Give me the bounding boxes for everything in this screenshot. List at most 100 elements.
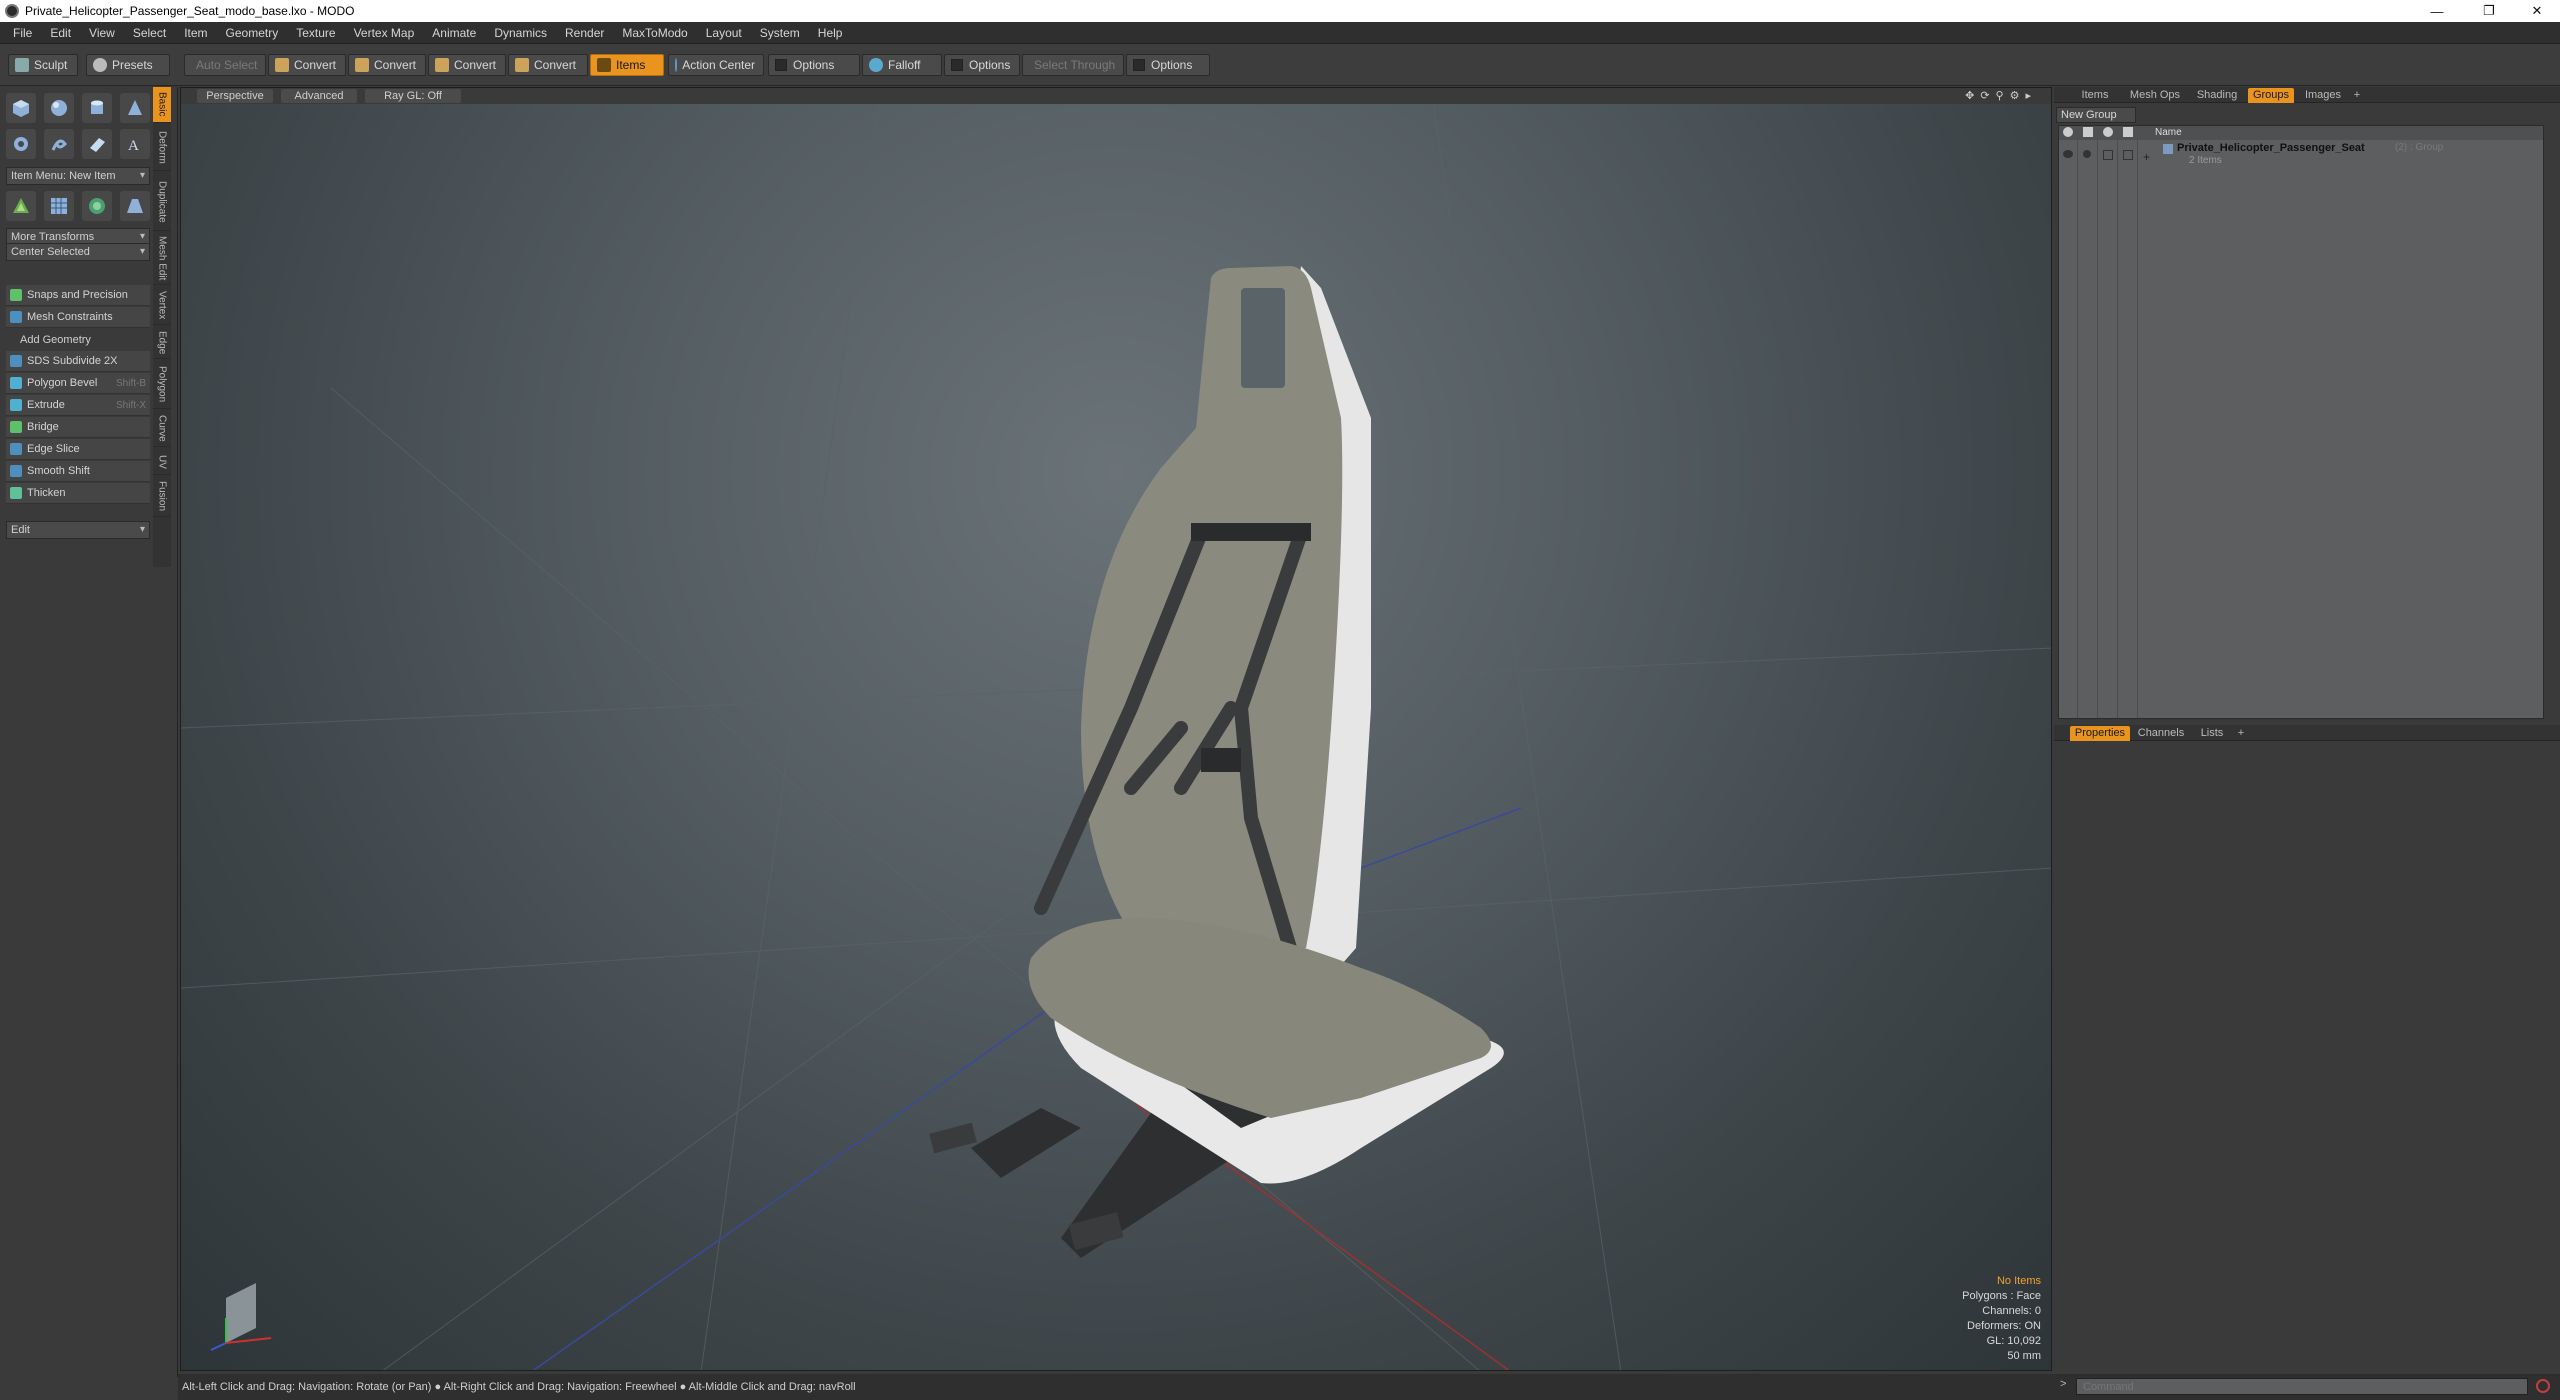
center-selected-dropdown[interactable]: Center Selected — [6, 243, 150, 261]
tab-shading[interactable]: Shading — [2190, 88, 2244, 103]
capsule-icon[interactable] — [6, 129, 36, 159]
lock-column-icon[interactable] — [2103, 127, 2113, 137]
tab-channels[interactable]: Channels — [2134, 726, 2188, 741]
menu-animate[interactable]: Animate — [423, 22, 485, 44]
edge-slice-button[interactable]: Edge Slice — [6, 439, 150, 460]
options-checkbox[interactable] — [775, 59, 787, 71]
groups-list[interactable]: Name + Private_Helicopter_Passenger_Seat… — [2058, 125, 2544, 719]
cylinder-icon[interactable] — [82, 93, 112, 123]
options-checkbox[interactable] — [1133, 59, 1145, 71]
tab-mesh-ops[interactable]: Mesh Ops — [2124, 88, 2186, 103]
menu-select[interactable]: Select — [124, 22, 175, 44]
tab-lists[interactable]: Lists — [2192, 726, 2232, 741]
vtab-edge[interactable]: Edge — [153, 327, 171, 359]
convert-polygons-button[interactable]: Convert — [428, 54, 506, 76]
bridge-button[interactable]: Bridge — [6, 417, 150, 438]
falloff-button[interactable]: Falloff — [862, 54, 942, 76]
viewport-scene[interactable] — [181, 88, 2052, 1371]
3d-viewport[interactable]: Perspective Advanced Ray GL: Off ✥⟳⚲⚙▸ N… — [180, 87, 2052, 1371]
new-group-button[interactable]: New Group — [2056, 107, 2136, 123]
text-icon[interactable]: A — [120, 129, 150, 159]
menu-geometry[interactable]: Geometry — [217, 22, 288, 44]
add-tab-button[interactable]: + — [2350, 88, 2364, 103]
auto-select-button[interactable]: Auto Select — [184, 54, 266, 76]
polygon-bevel-button[interactable]: Polygon Bevel Shift-B — [6, 373, 150, 394]
vtab-vertex[interactable]: Vertex — [153, 287, 171, 325]
mesh-constraints-button[interactable]: Mesh Constraints — [6, 307, 150, 328]
tab-images[interactable]: Images — [2298, 88, 2348, 103]
sphere-icon[interactable] — [44, 93, 74, 123]
falloff-options-button[interactable]: Options — [944, 54, 1020, 76]
presets-button[interactable]: Presets — [86, 54, 170, 76]
plane-icon[interactable] — [82, 129, 112, 159]
options-checkbox[interactable] — [951, 59, 963, 71]
select-options-button[interactable]: Options — [1126, 54, 1210, 76]
tab-groups[interactable]: Groups — [2248, 88, 2294, 103]
thicken-button[interactable]: Thicken — [6, 483, 150, 504]
action-center-button[interactable]: Action Center — [668, 54, 764, 76]
cube-icon[interactable] — [6, 93, 36, 123]
close-button[interactable]: ✕ — [2514, 0, 2560, 22]
select-through-button[interactable]: Select Through — [1022, 54, 1124, 76]
menu-system[interactable]: System — [751, 22, 809, 44]
action-center-options-button[interactable]: Options — [768, 54, 860, 76]
perspective-tab[interactable]: Perspective — [197, 89, 273, 103]
sds-subdivide-button[interactable]: SDS Subdivide 2X — [6, 351, 150, 372]
menu-dynamics[interactable]: Dynamics — [485, 22, 556, 44]
convert-materials-button[interactable]: Convert — [508, 54, 588, 76]
render-toggle-icon[interactable] — [2083, 150, 2091, 158]
tab-items[interactable]: Items — [2072, 88, 2118, 103]
viewport-nav-icons[interactable]: ✥⟳⚲⚙▸ — [1965, 89, 2037, 102]
menu-texture[interactable]: Texture — [287, 22, 344, 44]
expand-icon[interactable]: + — [2143, 150, 2150, 164]
menu-file[interactable]: File — [4, 22, 41, 44]
smooth-shift-button[interactable]: Smooth Shift — [6, 461, 150, 482]
menu-edit[interactable]: Edit — [41, 22, 80, 44]
vtab-mesh-edit[interactable]: Mesh Edit — [153, 233, 171, 285]
vtab-duplicate[interactable]: Duplicate — [153, 173, 171, 231]
vtab-polygon[interactable]: Polygon — [153, 361, 171, 409]
spiral-icon[interactable] — [44, 129, 74, 159]
items-mode-button[interactable]: Items — [590, 54, 664, 76]
extrude-button[interactable]: Extrude Shift-X — [6, 395, 150, 416]
menu-help[interactable]: Help — [809, 22, 852, 44]
raygl-tab[interactable]: Ray GL: Off — [365, 89, 461, 103]
cone-icon[interactable] — [120, 93, 150, 123]
restore-button[interactable]: ❐ — [2466, 0, 2512, 22]
select-column-icon[interactable] — [2123, 127, 2133, 137]
tab-properties[interactable]: Properties — [2070, 726, 2130, 741]
menu-vertex-map[interactable]: Vertex Map — [345, 22, 424, 44]
eye-icon[interactable] — [2063, 150, 2073, 158]
visibility-column-icon[interactable] — [2063, 127, 2073, 137]
record-icon[interactable] — [2536, 1379, 2550, 1393]
vtab-fusion[interactable]: Fusion — [153, 477, 171, 517]
vtab-uv[interactable]: UV — [153, 449, 171, 475]
menu-item[interactable]: Item — [175, 22, 216, 44]
group-row[interactable]: + Private_Helicopter_Passenger_Seat (2) … — [2059, 142, 2543, 170]
advanced-tab[interactable]: Advanced — [281, 89, 357, 103]
snaps-precision-button[interactable]: Snaps and Precision — [6, 285, 150, 306]
render-column-icon[interactable] — [2083, 127, 2093, 137]
menu-maxtomodo[interactable]: MaxToModo — [613, 22, 696, 44]
lock-toggle-icon[interactable] — [2103, 150, 2113, 160]
name-column-header[interactable]: Name — [2155, 127, 2182, 138]
pyramid-icon[interactable] — [120, 191, 150, 221]
vtab-curve[interactable]: Curve — [153, 411, 171, 447]
menu-layout[interactable]: Layout — [697, 22, 751, 44]
sculpt-button[interactable]: Sculpt — [8, 54, 78, 76]
minimize-button[interactable]: — — [2414, 0, 2460, 22]
group-name[interactable]: Private_Helicopter_Passenger_Seat — [2177, 142, 2365, 154]
grid-icon[interactable] — [44, 191, 74, 221]
menu-view[interactable]: View — [80, 22, 124, 44]
locator-icon[interactable] — [6, 191, 36, 221]
select-toggle-icon[interactable] — [2123, 150, 2133, 160]
convert-edges-button[interactable]: Convert — [348, 54, 426, 76]
command-input[interactable] — [2076, 1378, 2528, 1395]
vtab-basic[interactable]: Basic — [153, 87, 171, 123]
edit-dropdown[interactable]: Edit — [6, 521, 150, 539]
add-geometry-section[interactable]: Add Geometry — [6, 331, 150, 349]
vtab-deform[interactable]: Deform — [153, 125, 171, 171]
menu-render[interactable]: Render — [556, 22, 613, 44]
convert-vertices-button[interactable]: Convert — [268, 54, 346, 76]
globe-icon[interactable] — [82, 191, 112, 221]
